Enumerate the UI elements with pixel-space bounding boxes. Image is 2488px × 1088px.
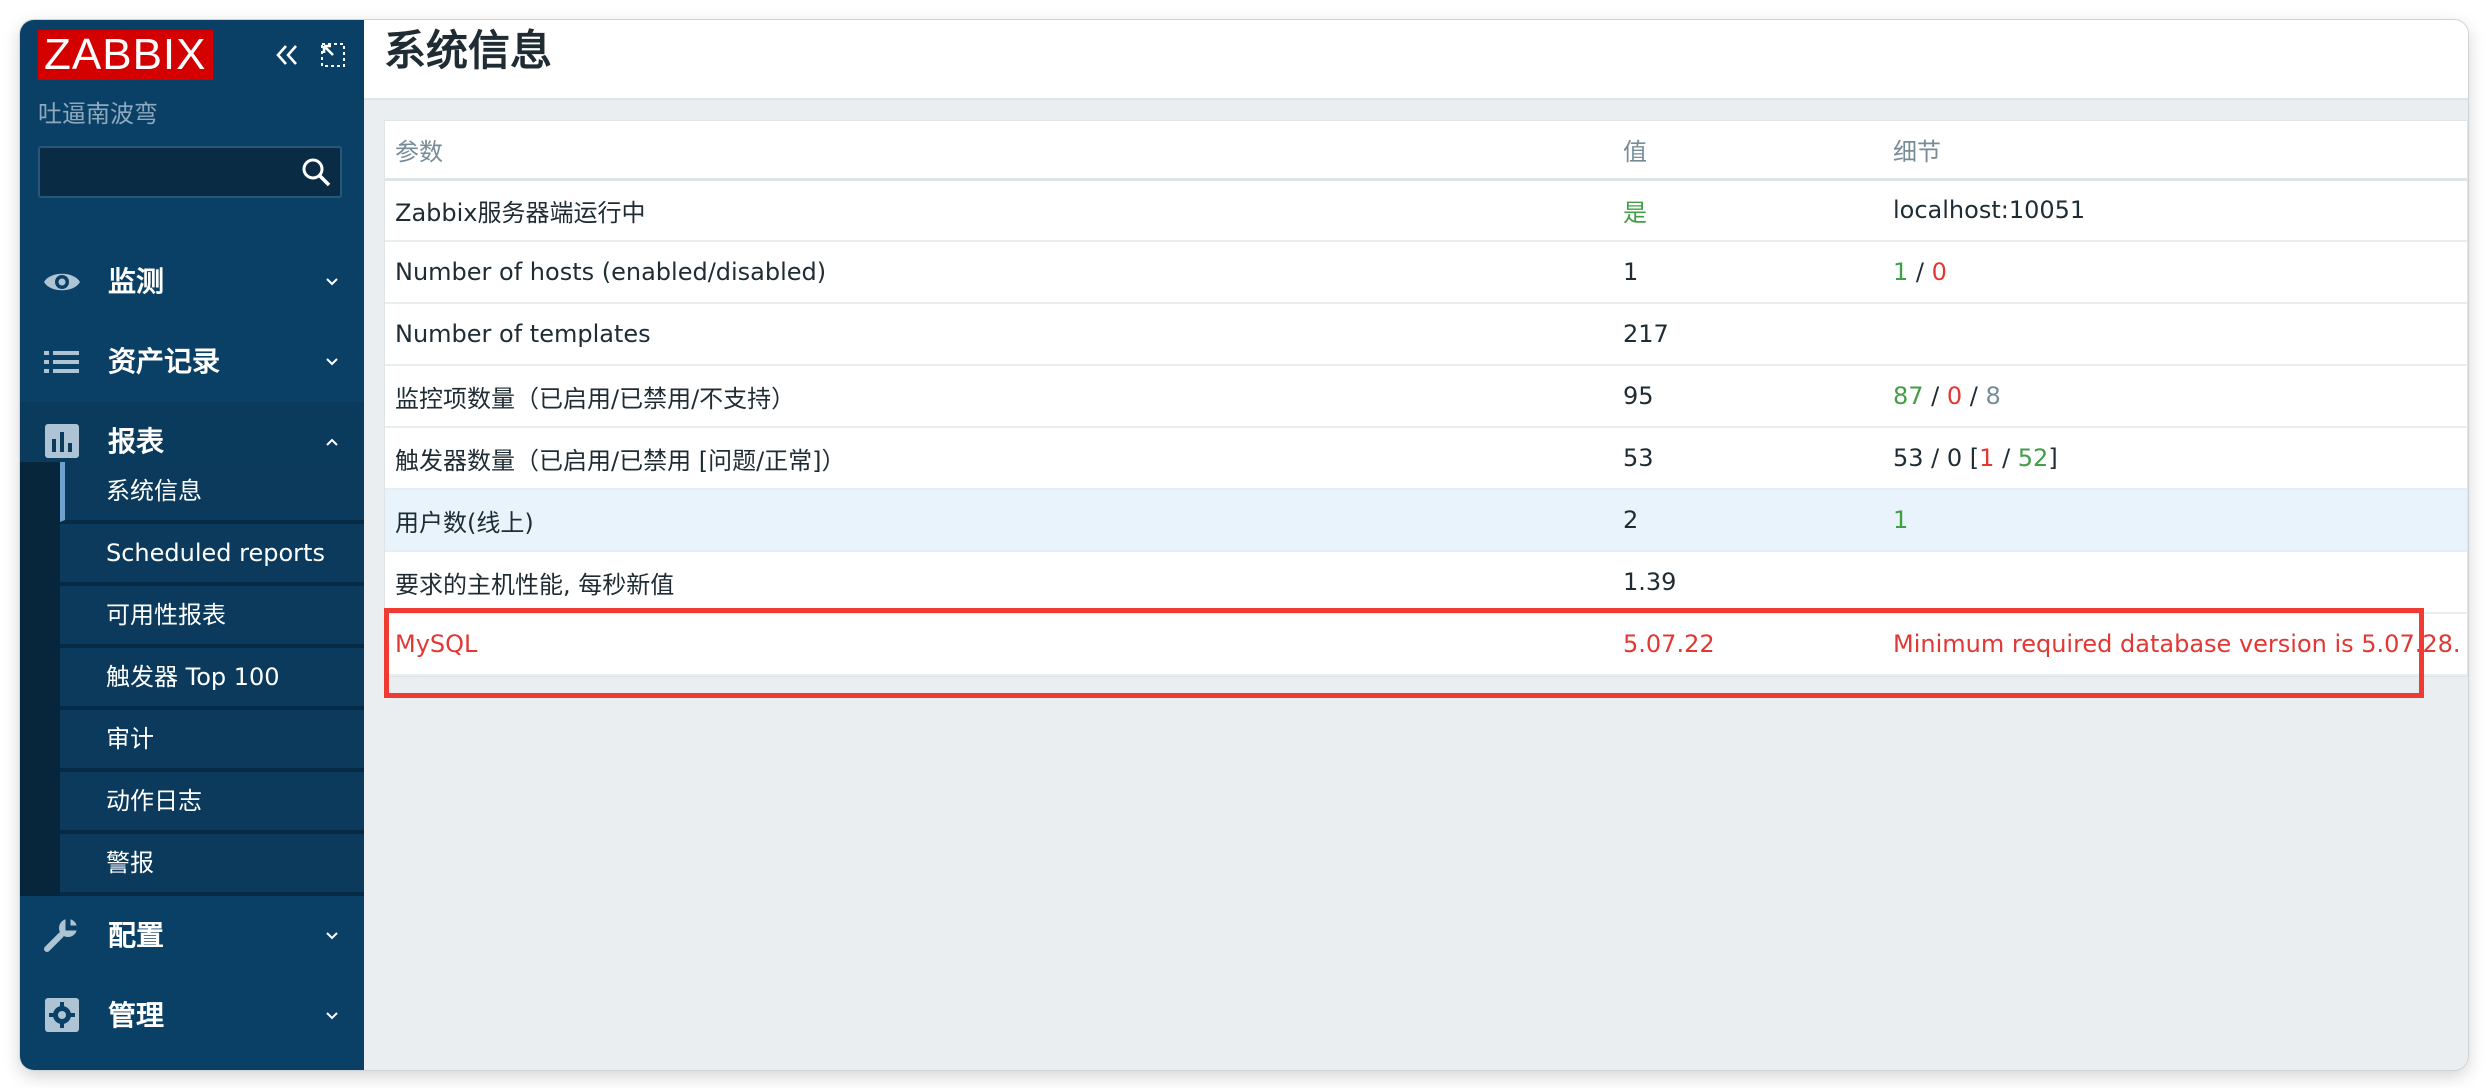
- details-cell: localhost:10051: [1883, 179, 2467, 242]
- collapse-sidebar-icon[interactable]: [270, 38, 304, 72]
- nav-item-configuration[interactable]: 配置: [20, 896, 364, 976]
- sidebar: ZABBIX 吐逼南波弯 监测 资产记录 报表 系统信息 Scheduled r…: [20, 20, 364, 1070]
- param-cell: 要求的主机性能, 每秒新值: [385, 551, 1613, 614]
- search-icon[interactable]: [300, 156, 332, 188]
- submenu-label: 系统信息: [106, 477, 202, 505]
- param-cell: Number of templates: [385, 303, 1613, 366]
- gear-icon: [45, 998, 79, 1032]
- details-cell: 1 / 0: [1883, 241, 2467, 304]
- ok-count: 52: [2017, 444, 2049, 472]
- column-header-parameter: 参数: [385, 121, 1613, 181]
- table-row: Zabbix服务器端运行中 是 localhost:10051: [385, 179, 2467, 242]
- chevron-up-icon: [326, 438, 338, 446]
- submenu-item-system-info[interactable]: 系统信息: [60, 462, 364, 522]
- nav-label: 资产记录: [108, 345, 221, 378]
- nav-item-monitoring[interactable]: 监测: [20, 242, 364, 322]
- kiosk-mode-icon[interactable]: [316, 38, 350, 72]
- enabled-count: 1: [1893, 258, 1909, 286]
- nav-label: 管理: [108, 999, 165, 1032]
- separator: /: [1923, 382, 1947, 410]
- value-cell: 1.39: [1613, 551, 1883, 614]
- table-row: Number of templates 217: [385, 303, 2467, 366]
- organization-name: 吐逼南波弯: [38, 100, 158, 128]
- zabbix-logo[interactable]: ZABBIX: [38, 30, 213, 80]
- submenu-item-alerts[interactable]: 警报: [60, 834, 364, 894]
- chevron-down-icon: [326, 932, 338, 940]
- disabled-count: 0: [1931, 258, 1947, 286]
- details-cell: [1883, 551, 2467, 614]
- param-cell: Number of hosts (enabled/disabled): [385, 241, 1613, 304]
- enabled-count: 87: [1893, 382, 1924, 410]
- table-row: Number of hosts (enabled/disabled) 1 1 /…: [385, 241, 2467, 304]
- table-row-highlighted: 用户数(线上) 2 1: [385, 489, 2467, 552]
- unsupported-count: 8: [1985, 382, 2001, 410]
- submenu-label: 动作日志: [106, 787, 202, 815]
- value-cell: 5.07.22: [1613, 613, 1883, 676]
- nav-item-inventory[interactable]: 资产记录: [20, 322, 364, 402]
- value-cell: 是: [1613, 179, 1883, 242]
- param-cell: 用户数(线上): [385, 489, 1613, 552]
- submenu-item-availability-report[interactable]: 可用性报表: [60, 586, 364, 646]
- submenu-label: 警报: [106, 849, 154, 877]
- submenu-label: Scheduled reports: [106, 539, 325, 567]
- param-cell: 触发器数量（已启用/已禁用 [问题/正常]）: [385, 427, 1613, 490]
- app-window: ZABBIX 吐逼南波弯 监测 资产记录 报表 系统信息 Scheduled r…: [20, 20, 2468, 1070]
- value-cell: 95: [1613, 365, 1883, 428]
- page-title: 系统信息: [384, 26, 553, 75]
- submenu-item-scheduled-reports[interactable]: Scheduled reports: [60, 524, 364, 584]
- search-box[interactable]: [38, 146, 342, 198]
- table-row: 触发器数量（已启用/已禁用 [问题/正常]） 53 53 / 0 [1 / 52…: [385, 427, 2467, 490]
- page-header: 系统信息: [364, 20, 2468, 100]
- table-header-row: 参数 值 细节: [385, 121, 2467, 181]
- separator: /: [1962, 382, 1986, 410]
- separator: /: [1994, 444, 2018, 472]
- column-header-details: 细节: [1883, 121, 2467, 181]
- chevron-down-icon: [326, 1012, 338, 1020]
- search-input[interactable]: [40, 148, 290, 196]
- submenu-label: 触发器 Top 100: [106, 663, 280, 691]
- separator: /: [1908, 258, 1932, 286]
- eye-icon: [44, 273, 80, 291]
- main-content: 系统信息 参数 值 细节 Zabbix服务器端运行中 是 localhost:1…: [364, 20, 2468, 1070]
- details-cell: Minimum required database version is 5.0…: [1883, 613, 2467, 676]
- chevron-down-icon: [326, 358, 338, 366]
- reports-submenu: 系统信息 Scheduled reports 可用性报表 触发器 Top 100…: [20, 462, 364, 896]
- details-cell: [1883, 303, 2467, 366]
- disabled-count: 0: [1946, 382, 1963, 410]
- details-cell: 1: [1883, 489, 2467, 552]
- table-row-error: MySQL 5.07.22 Minimum required database …: [385, 613, 2467, 676]
- column-header-value: 值: [1613, 121, 1883, 181]
- wrench-icon: [44, 919, 77, 952]
- value-cell: 2: [1613, 489, 1883, 552]
- value-cell: 53: [1613, 427, 1883, 490]
- list-icon: [44, 351, 79, 373]
- submenu-item-action-log[interactable]: 动作日志: [60, 772, 364, 832]
- submenu-item-triggers-top-100[interactable]: 触发器 Top 100: [60, 648, 364, 708]
- system-info-table: 参数 值 细节 Zabbix服务器端运行中 是 localhost:10051 …: [384, 120, 2468, 677]
- submenu-label: 审计: [106, 725, 154, 753]
- problem-count: 1: [1979, 444, 1995, 472]
- details-prefix: 53 / 0 [: [1893, 444, 1980, 472]
- bar-chart-icon: [45, 424, 79, 458]
- chevron-down-icon: [326, 278, 338, 286]
- details-cell: 87 / 0 / 8: [1883, 365, 2467, 428]
- param-cell: 监控项数量（已启用/已禁用/不支持）: [385, 365, 1613, 428]
- table-row: 监控项数量（已启用/已禁用/不支持） 95 87 / 0 / 8: [385, 365, 2467, 428]
- param-cell: Zabbix服务器端运行中: [385, 179, 1613, 242]
- value-cell: 217: [1613, 303, 1883, 366]
- nav-label: 配置: [108, 919, 165, 952]
- table-row: 要求的主机性能, 每秒新值 1.39: [385, 551, 2467, 614]
- details-suffix: ]: [2048, 444, 2058, 472]
- details-cell: 53 / 0 [1 / 52]: [1883, 427, 2467, 490]
- submenu-rail: [20, 462, 60, 896]
- submenu-item-audit[interactable]: 审计: [60, 710, 364, 770]
- nav-item-administration[interactable]: 管理: [20, 976, 364, 1056]
- logo-row: ZABBIX: [38, 30, 348, 82]
- nav-label: 监测: [108, 265, 165, 298]
- value-cell: 1: [1613, 241, 1883, 304]
- submenu-label: 可用性报表: [106, 601, 226, 629]
- param-cell: MySQL: [385, 613, 1613, 676]
